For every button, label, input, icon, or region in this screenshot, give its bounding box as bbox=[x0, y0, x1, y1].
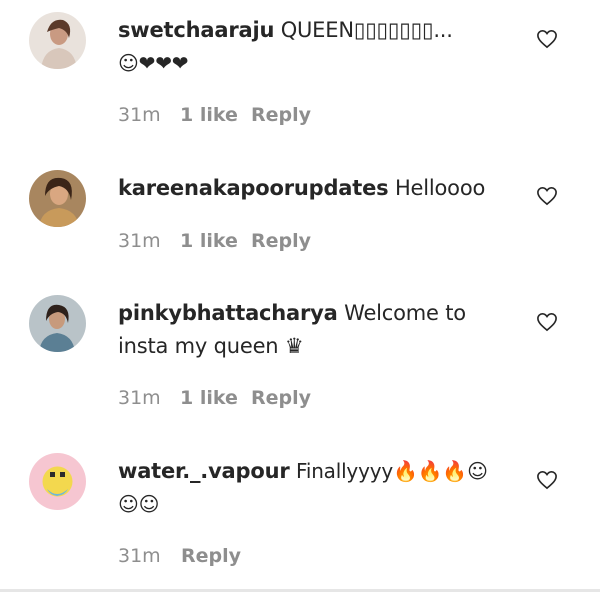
comment-text: QUEEN▯▯▯▯▯▯▯... bbox=[280, 18, 453, 42]
avatar[interactable] bbox=[29, 295, 86, 352]
comment-body: kareenakapoorupdates Helloooo bbox=[118, 172, 528, 205]
reply-button[interactable]: Reply bbox=[251, 386, 311, 410]
avatar[interactable] bbox=[29, 170, 86, 227]
heart-outline-icon[interactable] bbox=[536, 29, 558, 49]
reply-button[interactable]: Reply bbox=[181, 544, 241, 568]
heart-outline-icon[interactable] bbox=[536, 312, 558, 332]
heart-outline-icon[interactable] bbox=[536, 470, 558, 490]
comment-time[interactable]: 31m bbox=[118, 229, 161, 253]
heart-outline-icon[interactable] bbox=[536, 186, 558, 206]
avatar[interactable] bbox=[29, 453, 86, 510]
comment-username[interactable]: pinkybhattacharya bbox=[118, 301, 338, 325]
comment-time[interactable]: 31m bbox=[118, 103, 161, 127]
comment-text: Welcome to bbox=[344, 301, 466, 325]
comment-text: Helloooo bbox=[394, 176, 486, 200]
comment-text: Finallyyyy🔥🔥🔥☺ bbox=[295, 459, 488, 483]
comment-text-line2: ☺☺ bbox=[118, 492, 160, 516]
comment-text-line2: insta my queen ♛ bbox=[118, 334, 304, 358]
comment-likes[interactable]: 1 like bbox=[180, 229, 238, 253]
comment-likes[interactable]: 1 like bbox=[180, 386, 238, 410]
comment-body: pinkybhattacharya Welcome to insta my qu… bbox=[118, 297, 528, 363]
comment-username[interactable]: kareenakapoorupdates bbox=[118, 176, 389, 200]
comment-likes[interactable]: 1 like bbox=[180, 103, 238, 127]
comment-text-line2: ☺❤❤❤ bbox=[118, 51, 189, 75]
reply-button[interactable]: Reply bbox=[251, 103, 311, 127]
comment-body: water._.vapour Finallyyyy🔥🔥🔥☺ ☺☺ bbox=[118, 455, 528, 521]
comment-username[interactable]: swetchaaraju bbox=[118, 18, 274, 42]
reply-button[interactable]: Reply bbox=[251, 229, 311, 253]
avatar[interactable] bbox=[29, 12, 86, 69]
comment-time[interactable]: 31m bbox=[118, 544, 161, 568]
comment-body: swetchaaraju QUEEN▯▯▯▯▯▯▯... ☺❤❤❤ bbox=[118, 14, 528, 80]
comment-time[interactable]: 31m bbox=[118, 386, 161, 410]
comment-username[interactable]: water._.vapour bbox=[118, 459, 290, 483]
